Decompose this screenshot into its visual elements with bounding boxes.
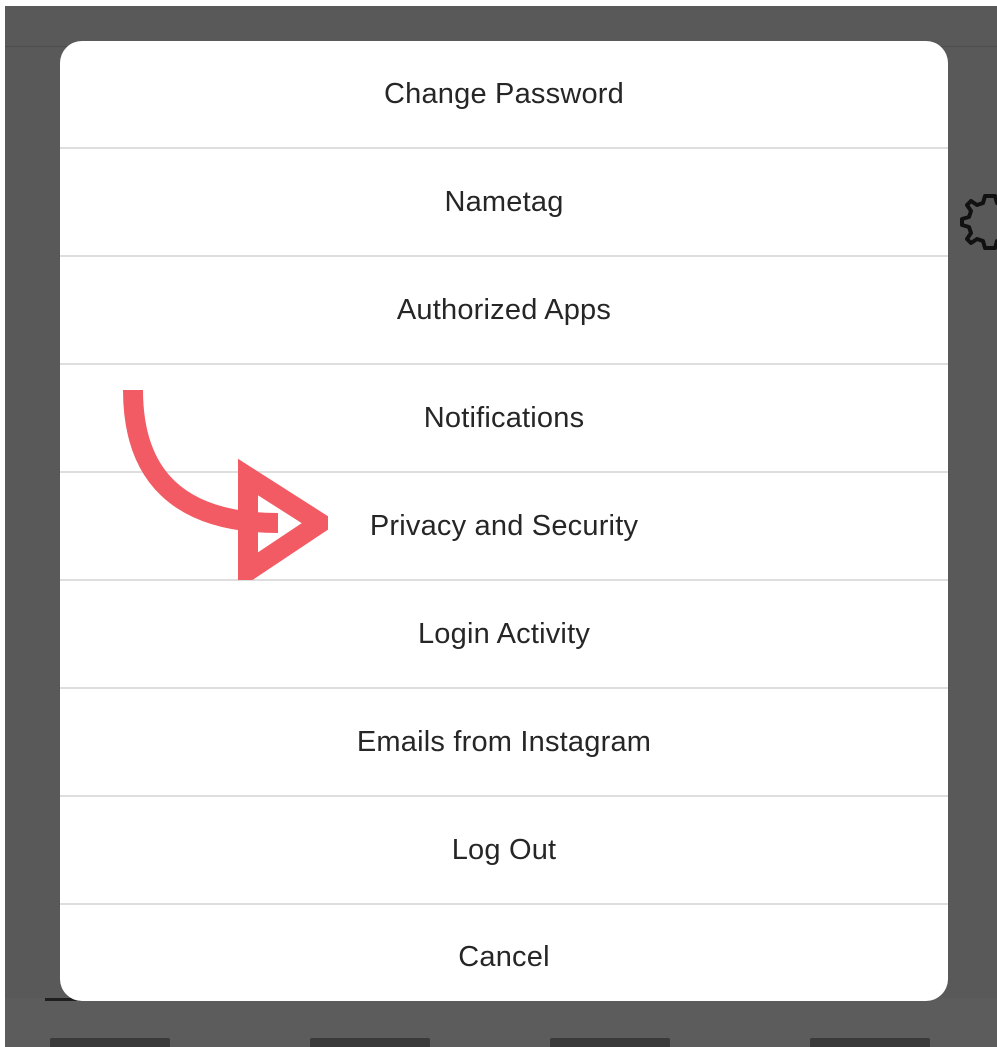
authorized-apps-button[interactable]: Authorized Apps — [60, 257, 948, 365]
log-out-button[interactable]: Log Out — [60, 797, 948, 905]
login-activity-button[interactable]: Login Activity — [60, 581, 948, 689]
gear-icon — [960, 194, 997, 250]
notifications-button[interactable]: Notifications — [60, 365, 948, 473]
tab-posts[interactable] — [50, 1038, 170, 1047]
screen-top-edge — [0, 0, 997, 6]
privacy-and-security-button[interactable]: Privacy and Security — [60, 473, 948, 581]
nametag-button[interactable]: Nametag — [60, 149, 948, 257]
change-password-button[interactable]: Change Password — [60, 41, 948, 149]
screen-left-edge — [0, 0, 5, 1047]
tab-saved[interactable] — [550, 1038, 670, 1047]
emails-from-instagram-button[interactable]: Emails from Instagram — [60, 689, 948, 797]
bottom-tab-bar — [5, 998, 997, 1047]
tab-tagged[interactable] — [810, 1038, 930, 1047]
tab-igtv[interactable] — [310, 1038, 430, 1047]
settings-action-sheet: Change Password Nametag Authorized Apps … — [60, 41, 948, 1001]
cancel-button[interactable]: Cancel — [60, 905, 948, 1001]
